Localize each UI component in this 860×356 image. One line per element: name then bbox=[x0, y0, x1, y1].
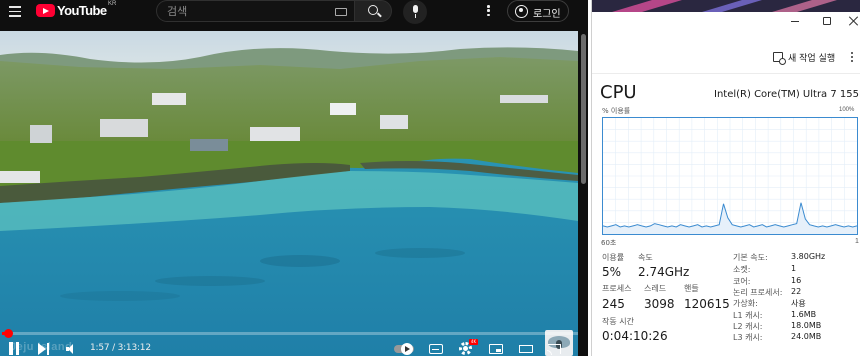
spec-label-sockets: 소켓: bbox=[733, 265, 751, 274]
graph-y-max-label: 100% bbox=[839, 107, 855, 113]
spec-label-logical-processors: 논리 프로세서: bbox=[733, 288, 783, 297]
scrollbar-thumb[interactable] bbox=[581, 34, 586, 184]
spec-value-virtualization: 사용 bbox=[791, 299, 806, 308]
mic-icon bbox=[412, 5, 418, 13]
next-icon[interactable] bbox=[38, 343, 50, 355]
stat-label-handles: 핸들 bbox=[684, 284, 699, 293]
graph-y-label: % 이용률 bbox=[602, 107, 631, 115]
captions-icon[interactable] bbox=[429, 344, 443, 354]
volume-icon[interactable] bbox=[66, 344, 77, 354]
spec-value-sockets: 1 bbox=[791, 264, 797, 273]
stat-label-utilization: 이용률 bbox=[602, 253, 625, 262]
task-manager-titlebar bbox=[592, 0, 860, 34]
country-code: KR bbox=[108, 1, 117, 7]
wallpaper-strip bbox=[592, 0, 860, 12]
page-scrollbar[interactable] bbox=[580, 28, 588, 356]
new-task-icon[interactable] bbox=[773, 52, 786, 65]
cast-icon[interactable] bbox=[547, 344, 561, 355]
spec-label-l3-cache: L3 캐시: bbox=[733, 333, 763, 342]
voice-search-button[interactable] bbox=[403, 0, 427, 24]
spec-label-l2-cache: L2 캐시: bbox=[733, 322, 763, 331]
toolbar-divider bbox=[592, 73, 860, 74]
quality-badge: 4K bbox=[469, 339, 478, 345]
autoplay-toggle[interactable] bbox=[394, 343, 414, 355]
stat-label-speed: 속도 bbox=[638, 253, 653, 262]
stat-value-handles: 120615 bbox=[684, 297, 730, 311]
new-task-button[interactable]: 새 작업 실행 bbox=[788, 51, 835, 64]
miniplayer-icon[interactable] bbox=[489, 344, 503, 354]
spec-value-l3-cache: 24.0MB bbox=[791, 332, 822, 341]
search-box bbox=[156, 0, 354, 22]
cpu-usage-graph bbox=[602, 117, 858, 235]
cpu-graph-canvas bbox=[603, 118, 857, 234]
youtube-logo-icon[interactable] bbox=[36, 4, 55, 17]
login-button[interactable]: 로그인 bbox=[507, 0, 569, 22]
youtube-wordmark[interactable]: YouTube bbox=[57, 3, 107, 18]
stat-value-threads: 3098 bbox=[644, 297, 675, 311]
spec-value-base-speed: 3.80GHz bbox=[791, 252, 826, 261]
search-button[interactable] bbox=[354, 0, 392, 22]
video-progress-bar[interactable] bbox=[2, 329, 578, 338]
minimize-icon[interactable] bbox=[791, 21, 799, 22]
spec-label-l1-cache: L1 캐시: bbox=[733, 311, 763, 320]
cpu-model: Intel(R) Core(TM) Ultra 7 155H bbox=[714, 89, 860, 100]
close-icon[interactable] bbox=[848, 16, 858, 26]
stat-label-threads: 스레드 bbox=[644, 284, 667, 293]
stat-value-speed: 2.74GHz bbox=[638, 265, 690, 279]
spec-value-l2-cache: 18.0MB bbox=[791, 321, 822, 330]
stat-label-processes: 프로세스 bbox=[602, 284, 632, 293]
spec-label-virtualization: 가상화: bbox=[733, 299, 758, 308]
search-input[interactable] bbox=[167, 4, 327, 19]
login-label: 로그인 bbox=[533, 9, 561, 20]
graph-x-right-label: 1 bbox=[855, 238, 859, 245]
progress-scrubber[interactable] bbox=[3, 329, 13, 338]
spec-value-cores: 16 bbox=[791, 276, 802, 285]
menu-icon[interactable] bbox=[9, 6, 21, 17]
spec-label-base-speed: 기본 속도: bbox=[733, 253, 768, 262]
youtube-header: YouTube KR 로그인 bbox=[0, 0, 588, 26]
graph-x-left-label: 60초 bbox=[601, 239, 617, 247]
stat-label-uptime: 작동 시간 bbox=[602, 317, 634, 326]
maximize-icon[interactable] bbox=[823, 17, 831, 25]
pause-icon[interactable] bbox=[8, 342, 20, 355]
stat-value-uptime: 0:04:10:26 bbox=[602, 329, 668, 343]
task-manager-window: 새 작업 실행 CPU Intel(R) Core(TM) Ultra 7 15… bbox=[591, 0, 860, 356]
autoplay-icon bbox=[401, 343, 413, 355]
cpu-title: CPU bbox=[600, 82, 637, 103]
time-display: 1:57 / 3:13:12 bbox=[90, 343, 151, 353]
more-vert-icon[interactable] bbox=[487, 5, 491, 19]
stat-value-utilization: 5% bbox=[602, 265, 622, 279]
spec-value-l1-cache: 1.6MB bbox=[791, 310, 817, 319]
more-options-icon[interactable] bbox=[851, 52, 854, 64]
video-player[interactable] bbox=[0, 31, 578, 356]
account-icon bbox=[515, 5, 528, 18]
theater-icon[interactable] bbox=[519, 345, 533, 353]
video-frame bbox=[0, 31, 578, 356]
youtube-window: YouTube KR 로그인 bbox=[0, 0, 588, 356]
spec-value-logical-processors: 22 bbox=[791, 287, 802, 296]
keyboard-icon[interactable] bbox=[335, 8, 347, 16]
spec-label-cores: 코어: bbox=[733, 277, 751, 286]
stat-value-processes: 245 bbox=[602, 297, 625, 311]
